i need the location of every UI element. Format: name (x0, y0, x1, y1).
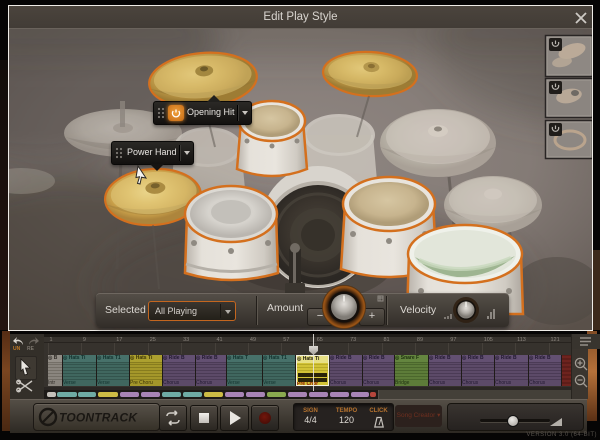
svg-text:TOONTRACK: TOONTRACK (59, 411, 138, 425)
